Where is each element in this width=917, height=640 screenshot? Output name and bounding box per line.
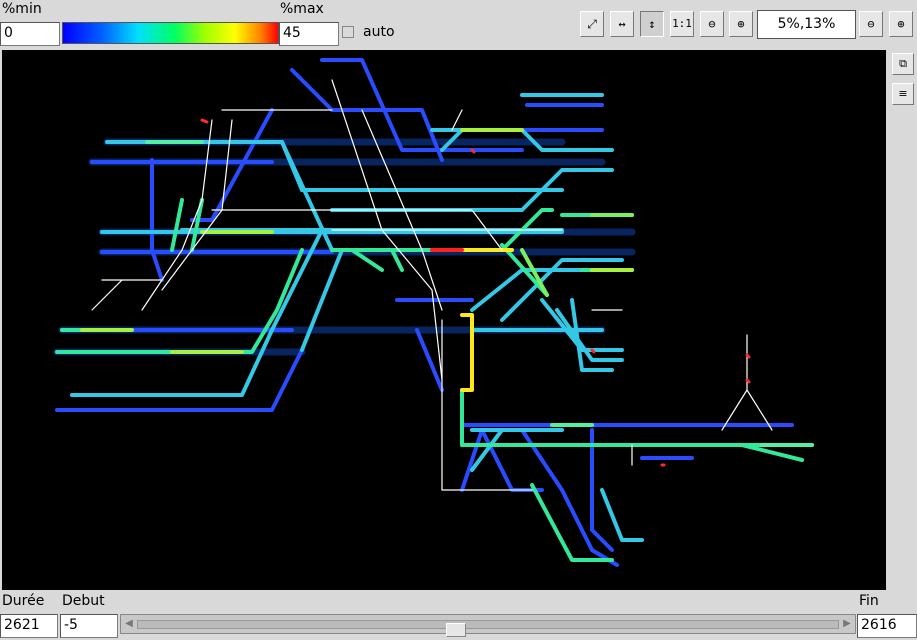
fit-all-icon: ⤢ <box>587 17 597 31</box>
zoom-one-to-one-button[interactable]: 1:1 <box>670 11 694 37</box>
scroll-thumb[interactable] <box>446 623 466 637</box>
fin-field[interactable]: 2616 <box>857 614 917 638</box>
window-icon: ⧉ <box>899 57 907 70</box>
min-input[interactable]: 0 <box>0 22 60 46</box>
zoom-out-y-button[interactable]: ⊖ <box>859 11 883 37</box>
auto-label: auto <box>363 24 395 40</box>
scroll-left-icon[interactable]: ◀ <box>122 616 136 632</box>
zoom-out-icon: ⊖ <box>708 17 716 31</box>
fit-all-button[interactable]: ⤢ <box>580 11 604 37</box>
auto-checkbox[interactable] <box>342 26 354 38</box>
debut-field[interactable]: -5 <box>60 614 118 638</box>
fin-label: Fin <box>859 593 879 609</box>
zoom-one-to-one-icon: 1:1 <box>672 17 692 30</box>
window-button[interactable]: ⧉ <box>892 53 914 75</box>
zoom-in-icon: ⊕ <box>737 17 745 31</box>
fit-height-icon: ↕ <box>648 17 656 31</box>
zoom-out-button[interactable]: ⊖ <box>700 11 724 37</box>
fit-width-button[interactable]: ↔ <box>610 11 634 37</box>
zoom-in-y-icon: ⊕ <box>897 17 905 31</box>
duration-label: Durée <box>2 593 45 609</box>
scroll-track[interactable] <box>137 620 839 637</box>
fit-width-icon: ↔ <box>618 17 626 31</box>
min-label: %min <box>2 1 42 17</box>
max-label: %max <box>280 1 324 17</box>
duration-field[interactable]: 2621 <box>0 614 58 638</box>
zoom-in-button[interactable]: ⊕ <box>729 11 753 37</box>
max-input[interactable]: 45 <box>279 22 339 46</box>
zoom-value-display: 5%,13% <box>757 10 856 39</box>
zoom-out-y-icon: ⊖ <box>867 17 875 31</box>
network-map <box>53 58 814 567</box>
time-scrollbar[interactable]: ◀ ▶ <box>120 614 856 637</box>
layers-icon: ≡ <box>898 87 908 100</box>
layers-button[interactable]: ≡ <box>892 83 914 105</box>
network-map-canvas[interactable] <box>2 50 886 590</box>
fit-height-button[interactable]: ↕ <box>640 11 664 37</box>
zoom-in-y-button[interactable]: ⊕ <box>889 11 913 37</box>
debut-label: Debut <box>62 593 105 609</box>
scroll-right-icon[interactable]: ▶ <box>840 616 854 632</box>
color-scale-bar <box>62 22 279 44</box>
